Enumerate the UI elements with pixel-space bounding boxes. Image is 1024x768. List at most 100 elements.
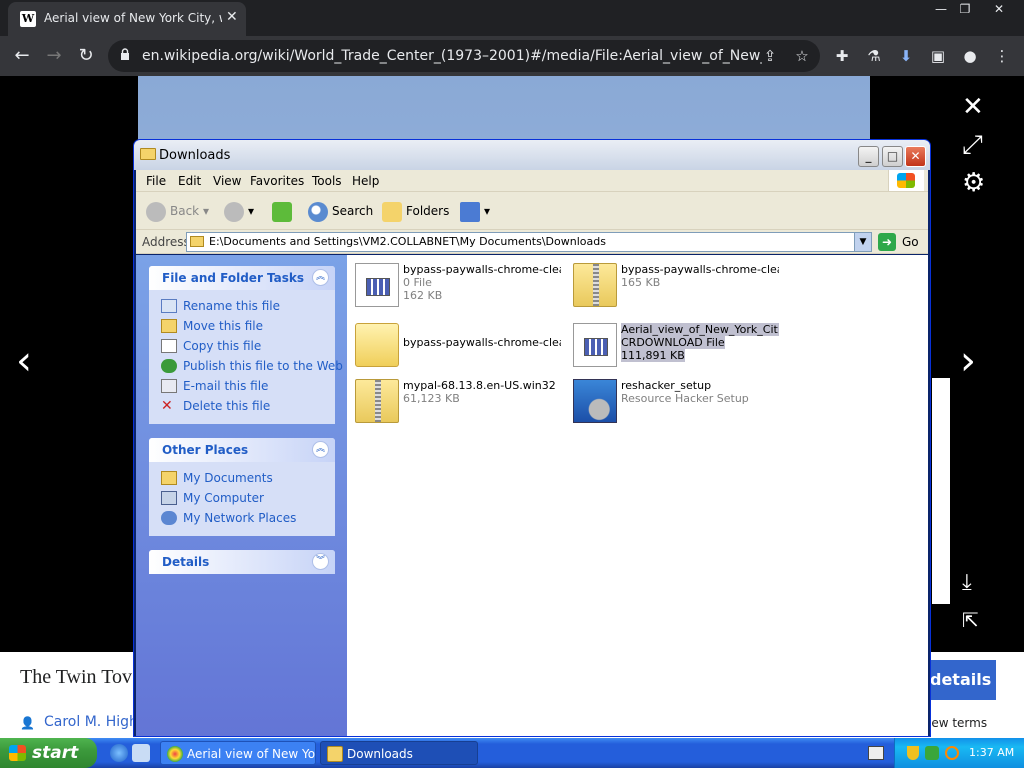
forward-icon[interactable]: → (42, 44, 66, 68)
extension-icon[interactable]: ✚ (832, 46, 852, 66)
menu-file[interactable]: File (146, 174, 166, 188)
prev-image-icon[interactable]: ‹ (16, 338, 32, 384)
start-button[interactable]: start (0, 738, 97, 768)
move-file-link[interactable]: Move this file (161, 316, 335, 336)
back-icon[interactable]: ← (10, 44, 34, 68)
share-icon[interactable]: ⇪ (760, 46, 780, 66)
back-button[interactable]: Back ▾ (146, 199, 209, 223)
download-icon[interactable]: ⬇ (896, 46, 916, 66)
menu-edit[interactable]: Edit (178, 174, 201, 188)
tab-close-icon[interactable]: ✕ (226, 9, 238, 25)
browser-toolbar: ← → ↻ en.wikipedia.org/wiki/World_Trade_… (0, 36, 1024, 76)
taskbar-item-label: Downloads (347, 747, 413, 761)
file-item[interactable]: bypass-paywalls-chrome-clea... 165 KB (569, 259, 779, 311)
folders-button[interactable]: Folders (382, 199, 449, 223)
my-network-places-link[interactable]: My Network Places (161, 508, 335, 528)
back-arrow-icon (146, 201, 166, 222)
details-title: Details (162, 555, 210, 569)
search-tray-icon[interactable] (945, 746, 959, 760)
explorer-window: Downloads _ □ ✕ File Edit View Favorites… (133, 139, 931, 737)
menu-tools[interactable]: Tools (312, 174, 342, 188)
collapse-icon[interactable]: ︽ (312, 269, 329, 286)
ie-icon[interactable] (110, 744, 128, 762)
flask-icon[interactable]: ⚗ (864, 46, 884, 66)
star-icon[interactable]: ☆ (792, 46, 812, 66)
file-item[interactable]: bypass-paywalls-chrome-clea... 0 File 16… (351, 259, 561, 311)
file-folder-tasks-header[interactable]: File and Folder Tasks ︽ (149, 266, 335, 290)
clock: 1:37 AM (969, 746, 1015, 759)
rename-file-link[interactable]: Rename this file (161, 296, 335, 316)
copy-icon (161, 339, 177, 353)
close-viewer-icon[interactable]: ✕ (962, 92, 984, 122)
close-window-icon[interactable]: ✕ (984, 0, 1014, 18)
file-item[interactable]: bypass-paywalls-chrome-clea... (351, 319, 561, 371)
menu-help[interactable]: Help (352, 174, 379, 188)
up-folder-button[interactable] (272, 199, 296, 223)
sidepanel-icon[interactable]: ▣ (928, 46, 948, 66)
settings-icon[interactable]: ⚙ (962, 168, 985, 198)
network-tray-icon[interactable] (925, 746, 939, 760)
expand-icon[interactable]: ︾ (312, 553, 329, 570)
taskbar-item-browser[interactable]: Aerial view of New Yo... (160, 741, 316, 765)
menu-view[interactable]: View (213, 174, 241, 188)
address-value: E:\Documents and Settings\VM2.COLLABNET\… (209, 235, 606, 248)
menu-favorites[interactable]: Favorites (250, 174, 304, 188)
my-documents-link[interactable]: My Documents (161, 468, 335, 488)
details-header[interactable]: Details ︾ (149, 550, 335, 574)
go-button[interactable]: ➜ Go (878, 232, 922, 252)
forward-button[interactable]: ▾ (224, 199, 254, 223)
address-toolbar: Address E:\Documents and Settings\VM2.CO… (136, 230, 928, 254)
user-icon: 👤 (20, 716, 35, 730)
author-link[interactable]: Carol M. Highs (44, 714, 145, 730)
system-tray: 1:37 AM (894, 738, 1024, 768)
reload-icon[interactable]: ↻ (74, 44, 98, 68)
file-folder-tasks-title: File and Folder Tasks (162, 271, 305, 285)
file-name: bypass-paywalls-chrome-clea... (403, 336, 561, 349)
file-size: 162 KB (403, 289, 443, 302)
expand-icon[interactable]: ⤢ (962, 130, 983, 161)
folder-icon (161, 471, 177, 485)
taskbar: start Aerial view of New Yo... Downloads… (0, 738, 1024, 768)
keyboard-icon[interactable] (868, 746, 884, 760)
file-item[interactable]: mypal-68.13.8.en-US.win32 61,123 KB (351, 375, 561, 427)
delete-file-link[interactable]: ✕ Delete this file (161, 396, 335, 416)
window-titlebar[interactable]: Downloads _ □ ✕ (134, 140, 930, 170)
security-shield-icon[interactable] (907, 746, 919, 760)
folder-icon (327, 746, 343, 762)
terms-link[interactable]: iew terms (928, 716, 987, 730)
address-bar[interactable]: en.wikipedia.org/wiki/World_Trade_Center… (108, 40, 820, 72)
next-image-icon[interactable]: › (960, 338, 976, 384)
chevron-down-icon[interactable]: ▼ (854, 233, 871, 251)
up-folder-icon (272, 201, 292, 222)
collapse-icon[interactable]: ︽ (312, 441, 329, 458)
file-item[interactable]: reshacker_setup Resource Hacker Setup (569, 375, 779, 427)
my-computer-link[interactable]: My Computer (161, 488, 335, 508)
address-field[interactable]: E:\Documents and Settings\VM2.COLLABNET\… (186, 232, 872, 252)
download-image-icon[interactable]: ⤓ (962, 570, 972, 595)
folders-label: Folders (406, 204, 450, 218)
menu-icon[interactable]: ⋮ (992, 46, 1012, 66)
profile-icon[interactable]: ● (960, 46, 980, 66)
file-size: 61,123 KB (403, 392, 460, 405)
search-button[interactable]: Search (308, 199, 373, 223)
views-button[interactable]: ▾ (460, 199, 490, 223)
other-places-header[interactable]: Other Places ︽ (149, 438, 335, 462)
taskbar-item-downloads[interactable]: Downloads (320, 741, 478, 765)
task-pane: File and Folder Tasks ︽ Rename this file… (136, 255, 347, 736)
file-type: CRDOWNLOAD File (621, 336, 725, 349)
copy-file-link[interactable]: Copy this file (161, 336, 335, 356)
show-desktop-icon[interactable] (132, 744, 150, 762)
delete-icon: ✕ (161, 398, 173, 414)
maximize-button[interactable]: □ (882, 146, 903, 167)
share-image-icon[interactable]: ⇱ (962, 608, 979, 632)
details-button[interactable]: details (924, 660, 996, 700)
publish-file-link[interactable]: Publish this file to the Web (161, 356, 343, 376)
lock-icon (121, 48, 129, 60)
minimize-button[interactable]: _ (858, 146, 879, 167)
browser-tab[interactable]: W Aerial view of New York City, with T ✕ (8, 2, 246, 36)
close-button[interactable]: ✕ (905, 146, 926, 167)
email-file-link[interactable]: E-mail this file (161, 376, 335, 396)
windows-flag-icon (9, 745, 26, 761)
file-item-selected[interactable]: Aerial_view_of_New_York_Cit... CRDOWNLOA… (569, 319, 779, 371)
restore-icon[interactable]: ❐ (950, 0, 980, 18)
